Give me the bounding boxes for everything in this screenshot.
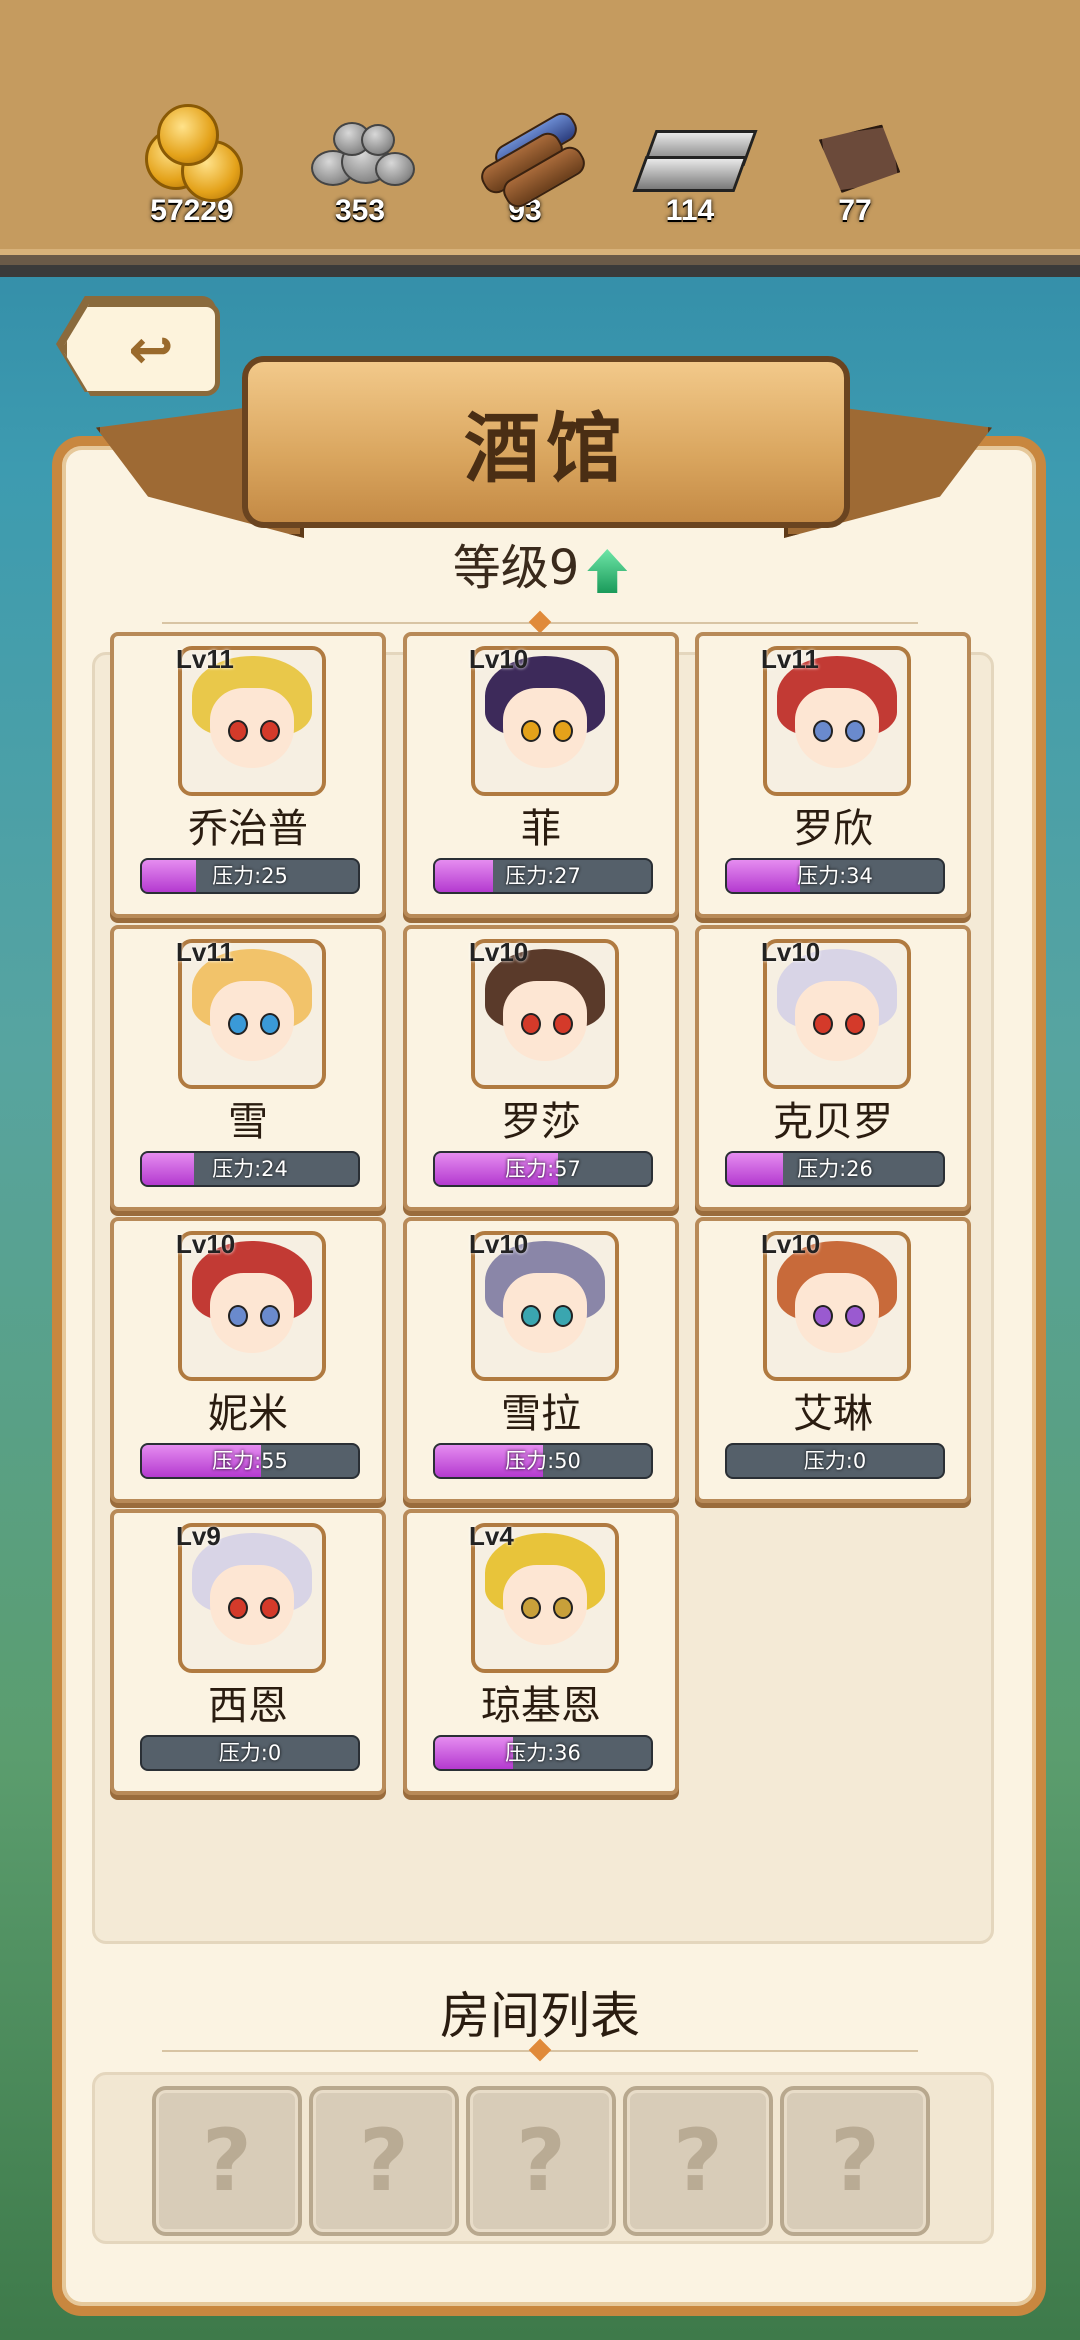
pressure-label: 压力:57 [505,1157,581,1181]
hero-level: Lv10 [469,644,529,674]
hero-card[interactable]: Lv9 西恩 压力:0 [110,1509,386,1795]
iron-resource: 114 [615,110,765,228]
hero-level: Lv10 [469,937,529,967]
pressure-label: 压力:34 [797,864,873,888]
hero-name: 罗欣 [793,806,873,852]
level-up-arrow-icon[interactable] [587,549,628,593]
pressure-bar: 压力:36 [433,1735,653,1771]
pressure-label: 压力:0 [218,1741,282,1765]
gold-coins-icon [137,104,247,202]
pressure-bar: 压力:0 [725,1443,945,1479]
hero-level: Lv10 [761,937,821,967]
hero-name: 菲 [521,806,561,852]
back-button[interactable]: ↩ [62,302,220,396]
question-mark-icon: ? [830,2111,880,2211]
pressure-bar: 压力:25 [140,858,360,894]
hero-card[interactable]: Lv10 克贝罗 压力:26 [695,925,971,1211]
gold-resource: 57229 [117,104,267,228]
pressure-label: 压力:25 [212,864,288,888]
room-slot-locked[interactable]: ? [780,2086,930,2236]
hero-name: 罗莎 [501,1099,581,1145]
question-mark-icon: ? [202,2111,252,2211]
pressure-label: 压力:0 [803,1449,867,1473]
pressure-bar: 压力:0 [140,1735,360,1771]
hero-name: 克贝罗 [773,1099,893,1145]
hero-name: 雪 [228,1099,268,1145]
hero-card[interactable]: Lv10 妮米 压力:55 [110,1217,386,1503]
hero-level: Lv11 [176,937,234,967]
hero-card[interactable]: Lv4 琼基恩 压力:36 [403,1509,679,1795]
hero-card[interactable]: Lv10 雪拉 压力:50 [403,1217,679,1503]
hero-card[interactable]: Lv11 罗欣 压力:34 [695,632,971,918]
wood-logs-icon [470,108,590,212]
hero-level: Lv11 [176,644,234,674]
iron-ingot-icon [632,110,758,200]
room-slot-locked[interactable]: ? [309,2086,459,2236]
hero-name: 艾琳 [793,1391,873,1437]
pressure-label: 压力:55 [212,1449,288,1473]
stone-resource: 353 [285,110,435,228]
hero-card[interactable]: Lv11 雪 压力:24 [110,925,386,1211]
tavern-level: 等级9 [0,528,1080,598]
hero-level: Lv4 [469,1521,514,1551]
pressure-bar: 压力:27 [433,858,653,894]
leather-icon [800,110,910,200]
question-mark-icon: ? [359,2111,409,2211]
hero-level: Lv11 [761,644,819,674]
pressure-bar: 压力:34 [725,858,945,894]
pressure-bar: 压力:57 [433,1151,653,1187]
level-label: 等级9 [452,540,580,596]
resource-bar: 57229 353 93 114 77 [0,0,1080,277]
pressure-label: 压力:50 [505,1449,581,1473]
hero-name: 西恩 [208,1683,288,1729]
stone-icon [305,110,415,200]
hero-card[interactable]: Lv10 菲 压力:27 [403,632,679,918]
hero-card[interactable]: Lv10 罗莎 压力:57 [403,925,679,1211]
back-arrow-icon: ↩ [128,317,174,381]
pressure-bar: 压力:55 [140,1443,360,1479]
hero-name: 妮米 [208,1391,288,1437]
hero-card[interactable]: Lv11 乔治普 压力:25 [110,632,386,918]
pressure-bar: 压力:26 [725,1151,945,1187]
question-mark-icon: ? [516,2111,566,2211]
pressure-label: 压力:24 [212,1157,288,1181]
room-slot-locked[interactable]: ? [152,2086,302,2236]
question-mark-icon: ? [673,2111,723,2211]
room-slot-locked[interactable]: ? [466,2086,616,2236]
leather-resource: 77 [780,110,930,228]
room-slot-locked[interactable]: ? [623,2086,773,2236]
hero-level: Lv10 [761,1229,821,1259]
hero-card[interactable]: Lv10 艾琳 压力:0 [695,1217,971,1503]
hero-name: 雪拉 [501,1391,581,1437]
wood-resource: 93 [450,108,600,228]
room-list-title: 房间列表 [440,1987,640,2045]
pressure-label: 压力:36 [505,1741,581,1765]
hero-level: Lv10 [176,1229,236,1259]
pressure-bar: 压力:24 [140,1151,360,1187]
hero-level: Lv9 [176,1521,221,1551]
hero-name: 乔治普 [188,806,308,852]
pressure-bar: 压力:50 [433,1443,653,1479]
page-title: 酒馆 [464,404,628,493]
pressure-label: 压力:27 [505,864,581,888]
hero-name: 琼基恩 [481,1683,601,1729]
pressure-label: 压力:26 [797,1157,873,1181]
hero-level: Lv10 [469,1229,529,1259]
title-ribbon: 酒馆 [242,356,850,528]
